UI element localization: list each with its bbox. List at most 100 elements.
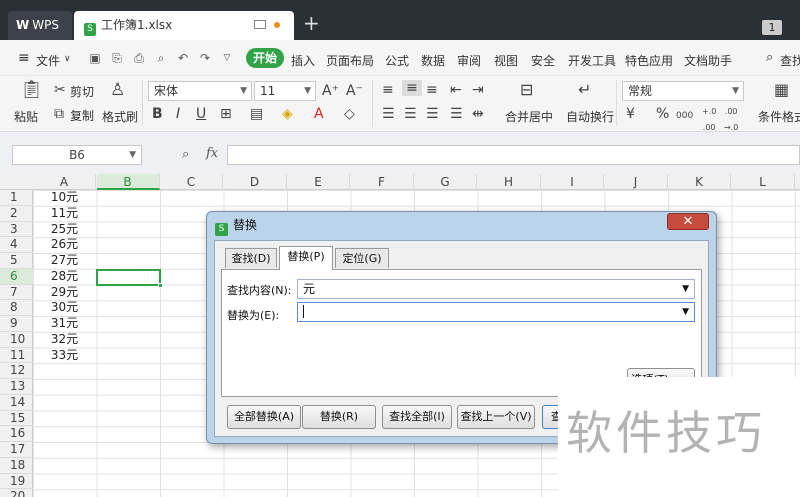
column-header-b[interactable]: B (96, 174, 160, 190)
cell-a1[interactable]: 10元 (33, 190, 96, 206)
print-icon[interactable]: ⎙ (132, 51, 146, 65)
export-pdf-icon[interactable]: ⎘ (110, 51, 124, 65)
format-painter-icon[interactable]: ♙ (110, 82, 125, 99)
row-header-7[interactable]: 7 (0, 285, 33, 301)
menu-item-developer[interactable]: 开发工具 (568, 52, 616, 69)
menu-item-view[interactable]: 视图 (494, 52, 518, 69)
borders-icon[interactable]: ⊞ (220, 106, 232, 122)
copy-button[interactable]: 复制 (70, 107, 94, 124)
decrease-font-icon[interactable]: A⁻ (346, 83, 363, 99)
replace-button[interactable]: 替换(R) (302, 405, 376, 429)
conditional-format-button[interactable]: 条件格式 (758, 108, 800, 125)
row-header-4[interactable]: 4 (0, 237, 33, 253)
font-family-select[interactable]: 宋体 ▼ (148, 81, 252, 101)
justify-icon[interactable]: ☰ (450, 106, 463, 122)
column-header-f[interactable]: F (351, 174, 414, 190)
cut-button[interactable]: 剪切 (70, 83, 94, 100)
wrap-text-icon[interactable]: ↵ (578, 82, 591, 98)
align-middle-icon[interactable]: ≡ (402, 80, 422, 96)
row-header-10[interactable]: 10 (0, 332, 33, 348)
row-header-5[interactable]: 5 (0, 253, 33, 269)
menu-item-review[interactable]: 审阅 (457, 52, 481, 69)
increase-font-icon[interactable]: A⁺ (322, 83, 339, 99)
column-header-c[interactable]: C (160, 174, 223, 190)
column-header-e[interactable]: E (287, 174, 350, 190)
column-header-a[interactable]: A (33, 174, 96, 190)
column-header-g[interactable]: G (414, 174, 477, 190)
save-icon[interactable]: ▣ (88, 51, 102, 65)
thousands-separator-button[interactable]: 000 (676, 108, 693, 124)
menu-item-insert[interactable]: 插入 (291, 52, 315, 69)
row-header-17[interactable]: 17 (0, 442, 33, 458)
row-header-12[interactable]: 12 (0, 363, 33, 379)
cell-a2[interactable]: 11元 (33, 206, 96, 222)
row-header-18[interactable]: 18 (0, 458, 33, 474)
wps-home-tab[interactable]: W WPS (8, 11, 72, 40)
tab-replace[interactable]: 替换(P) (279, 246, 333, 270)
cell-a8[interactable]: 30元 (33, 300, 96, 316)
selected-cell[interactable] (96, 269, 163, 288)
row-header-8[interactable]: 8 (0, 300, 33, 316)
row-header-3[interactable]: 3 (0, 222, 33, 238)
indent-icon[interactable]: ⇥ (472, 82, 484, 98)
function-icon[interactable]: fx (206, 146, 218, 161)
italic-icon[interactable]: I (176, 106, 180, 122)
file-menu[interactable]: 文件 (36, 52, 60, 69)
column-header-j[interactable]: J (605, 174, 668, 190)
row-header-1[interactable]: 1 (0, 190, 33, 206)
bold-icon[interactable]: B (152, 106, 163, 122)
menu-item-formulas[interactable]: 公式 (385, 52, 409, 69)
menu-item-page-layout[interactable]: 页面布局 (326, 52, 374, 69)
font-color-icon[interactable]: A (314, 106, 324, 122)
align-right-icon[interactable]: ☰ (426, 106, 439, 122)
find-previous-button[interactable]: 查找上一个(V) (457, 405, 535, 429)
replace-input[interactable]: ▼ (297, 302, 695, 322)
cell-a5[interactable]: 27元 (33, 253, 96, 269)
find-input[interactable]: 元 ▼ (297, 279, 695, 299)
tab-goto[interactable]: 定位(G) (335, 248, 389, 268)
print-preview-icon[interactable]: ⌕ (154, 51, 168, 65)
cell-a3[interactable]: 25元 (33, 222, 96, 238)
new-tab-button[interactable]: + (303, 13, 320, 33)
cell-a11[interactable]: 33元 (33, 348, 96, 364)
row-header-16[interactable]: 16 (0, 426, 33, 442)
paste-icon[interactable]: 📋︎ (20, 81, 43, 99)
row-header-11[interactable]: 11 (0, 348, 33, 364)
fill-color-icon[interactable]: ◈ (282, 106, 293, 122)
row-header-2[interactable]: 2 (0, 206, 33, 222)
column-header-d[interactable]: D (224, 174, 287, 190)
clear-format-icon[interactable]: ◇ (344, 106, 355, 122)
monitor-icon[interactable] (254, 20, 266, 29)
search-icon[interactable]: ⌕ (766, 50, 773, 65)
underline-icon[interactable]: U (196, 106, 206, 122)
row-header-13[interactable]: 13 (0, 379, 33, 395)
replace-all-button[interactable]: 全部替换(A) (227, 405, 301, 429)
column-header-k[interactable]: K (668, 174, 731, 190)
paste-button[interactable]: 粘贴 (14, 108, 38, 125)
wrap-text-button[interactable]: 自动换行 (566, 108, 614, 125)
chevron-down-icon[interactable]: ∨ (64, 54, 71, 64)
row-header-15[interactable]: 15 (0, 411, 33, 427)
align-bottom-icon[interactable]: ≡ (426, 82, 438, 98)
cell-a10[interactable]: 32元 (33, 332, 96, 348)
row-header-6[interactable]: 6 (0, 268, 33, 285)
percent-button[interactable]: % (656, 106, 669, 122)
conditional-format-icon[interactable]: ▦ (774, 82, 789, 98)
column-header-l[interactable]: L (732, 174, 795, 190)
menu-item-assistant[interactable]: 文档助手 (684, 52, 732, 69)
column-header-i[interactable]: I (541, 174, 604, 190)
scissors-icon[interactable]: ✂ (54, 82, 66, 98)
align-center-icon[interactable]: ☰ (404, 106, 417, 122)
copy-icon[interactable]: ⧉ (54, 106, 64, 122)
column-header-h[interactable]: H (478, 174, 541, 190)
window-count-badge[interactable]: 1 (762, 20, 782, 35)
customize-quick-access-icon[interactable]: ▽ (220, 51, 234, 65)
search-command[interactable]: 查找 (780, 52, 800, 69)
menu-item-security[interactable]: 安全 (531, 52, 555, 69)
merge-center-icon[interactable]: ⊟ (520, 82, 533, 98)
align-left-icon[interactable]: ☰ (382, 106, 395, 122)
cell-style-icon[interactable]: ▤ (250, 106, 263, 122)
name-box[interactable]: B6 ▼ (12, 145, 142, 165)
redo-icon[interactable]: ↷ (198, 51, 212, 65)
chevron-down-icon[interactable]: ▼ (682, 303, 689, 321)
